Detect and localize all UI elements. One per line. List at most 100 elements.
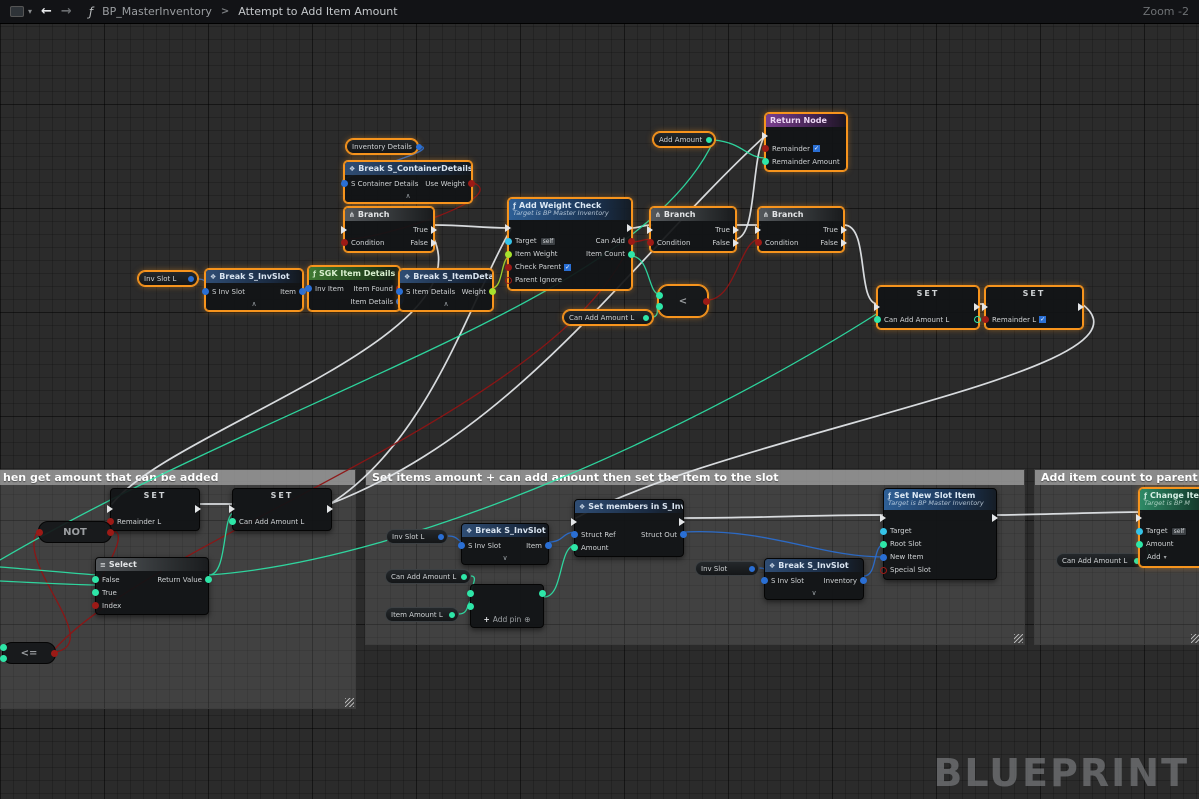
int-pin[interactable] bbox=[874, 316, 881, 323]
return-node[interactable]: Return NodeRemainder✓Remainder Amount bbox=[765, 113, 847, 171]
change-item[interactable]: ƒChange ItemTarget is BP MTargetselfAmou… bbox=[1139, 488, 1199, 567]
bool-pin[interactable] bbox=[647, 239, 654, 246]
comment-title[interactable]: Add item count to parent for it bbox=[1035, 470, 1199, 485]
exec-wire[interactable] bbox=[434, 225, 511, 228]
int-pin[interactable] bbox=[656, 303, 663, 310]
select-node[interactable]: ≡SelectFalseTrueIndexReturn Value bbox=[95, 557, 209, 615]
breadcrumb-root[interactable]: BP_MasterInventory bbox=[102, 5, 212, 18]
bool-pin[interactable] bbox=[505, 264, 512, 271]
struct-pin[interactable] bbox=[749, 566, 755, 572]
int-pin[interactable] bbox=[467, 603, 474, 610]
exec-pin[interactable] bbox=[229, 505, 235, 513]
pin-checkbox[interactable]: ✓ bbox=[813, 145, 820, 152]
exec-pin[interactable] bbox=[992, 514, 998, 522]
int-pin[interactable] bbox=[706, 137, 712, 143]
set-remainder-lower[interactable]: SETRemainder L bbox=[110, 488, 200, 531]
less-equal-node[interactable]: <= bbox=[2, 642, 56, 664]
item-amount-l-pill[interactable]: Item Amount L bbox=[385, 607, 459, 622]
comment-resize-handle[interactable] bbox=[1191, 634, 1199, 643]
inv-slot-pill[interactable]: Inv Slot bbox=[695, 561, 759, 576]
bool-pin[interactable] bbox=[51, 650, 58, 657]
exec-pin[interactable] bbox=[431, 226, 437, 234]
exec-wire[interactable] bbox=[844, 225, 878, 304]
exec-pin[interactable] bbox=[974, 303, 980, 311]
struct-pin[interactable] bbox=[202, 288, 209, 295]
add-pin-row[interactable]: +Add pin⊕ bbox=[471, 615, 543, 627]
collapse-up-icon[interactable]: ∧ bbox=[345, 192, 471, 202]
struct-pin[interactable] bbox=[305, 285, 312, 292]
int-pin[interactable] bbox=[449, 612, 455, 618]
dropdown-caret-icon[interactable]: ▾ bbox=[1164, 554, 1167, 561]
exec-pin[interactable] bbox=[733, 239, 739, 247]
collapse-up-icon[interactable]: ∧ bbox=[206, 300, 302, 310]
bool-pin[interactable] bbox=[762, 145, 769, 152]
add-weight-check[interactable]: ƒAdd Weight CheckTarget is BP Master Inv… bbox=[508, 198, 632, 290]
int-pin[interactable] bbox=[571, 544, 578, 551]
set-members-s-invitem[interactable]: ❖Set members in S_InvItemStruct RefAmoun… bbox=[574, 499, 684, 557]
int-pin[interactable] bbox=[0, 644, 7, 651]
branch-1[interactable]: ⋔BranchConditionTrueFalse bbox=[344, 207, 434, 252]
exec-pin[interactable] bbox=[505, 224, 511, 232]
struct-pin[interactable] bbox=[458, 542, 465, 549]
inv-slot-l-pill-1[interactable]: Inv Slot L bbox=[138, 271, 198, 286]
int-pin[interactable] bbox=[92, 589, 99, 596]
can-add-amount-l-pill-1[interactable]: Can Add Amount L bbox=[563, 310, 653, 325]
int-pin[interactable] bbox=[539, 590, 546, 597]
sgk-item-details[interactable]: ƒSGK Item DetailsInv ItemItem FoundItem … bbox=[308, 266, 400, 311]
exec-pin[interactable] bbox=[627, 224, 633, 232]
add-pin-icon[interactable]: ⊕ bbox=[524, 615, 530, 624]
int-pin[interactable] bbox=[229, 518, 236, 525]
branch-2[interactable]: ⋔BranchConditionTrueFalse bbox=[650, 207, 736, 252]
set-new-slot-item[interactable]: ƒSet New Slot ItemTarget is BP Master In… bbox=[883, 488, 997, 580]
int-pin[interactable] bbox=[762, 158, 769, 165]
exec-pin[interactable] bbox=[327, 505, 333, 513]
exec-pin[interactable] bbox=[1136, 514, 1142, 522]
bool-pin[interactable] bbox=[341, 239, 348, 246]
bool-pin[interactable] bbox=[107, 529, 114, 536]
exec-pin[interactable] bbox=[841, 226, 847, 234]
int-pin[interactable] bbox=[880, 541, 887, 548]
collapse-up-icon[interactable]: ∧ bbox=[400, 300, 492, 310]
exec-pin[interactable] bbox=[874, 303, 880, 311]
int-pin[interactable] bbox=[643, 315, 649, 321]
can-add-amount-l-pill-3[interactable]: Can Add Amount L bbox=[1056, 553, 1144, 568]
int-pin[interactable] bbox=[461, 574, 467, 580]
bool-pin[interactable] bbox=[880, 567, 887, 574]
bool-pin[interactable] bbox=[505, 277, 512, 284]
struct-pin[interactable] bbox=[761, 577, 768, 584]
bool-pin[interactable] bbox=[36, 529, 43, 536]
back-button[interactable]: ← bbox=[41, 4, 52, 19]
bool-pin[interactable] bbox=[468, 180, 475, 187]
exec-pin[interactable] bbox=[762, 132, 768, 140]
int-pin[interactable] bbox=[0, 655, 7, 662]
struct-pin[interactable] bbox=[341, 180, 348, 187]
set-can-add-amount-upper[interactable]: SETCan Add Amount L bbox=[877, 286, 979, 329]
struct-pin[interactable] bbox=[571, 531, 578, 538]
comment-resize-handle[interactable] bbox=[1014, 634, 1023, 643]
less-than-node[interactable]: < bbox=[658, 285, 708, 317]
break-s-containerdetails[interactable]: ❖Break S_ContainerDetailsS Container Det… bbox=[344, 161, 472, 203]
set-remainder-upper[interactable]: SETRemainder L✓ bbox=[985, 286, 1083, 329]
float-pin[interactable] bbox=[489, 288, 496, 295]
int-pin[interactable] bbox=[92, 576, 99, 583]
exec-pin[interactable] bbox=[982, 303, 988, 311]
struct-pin[interactable] bbox=[188, 276, 194, 282]
forward-button[interactable]: → bbox=[61, 4, 72, 19]
int-wire[interactable] bbox=[714, 140, 766, 158]
pin-checkbox[interactable]: ✓ bbox=[1039, 316, 1046, 323]
exec-pin[interactable] bbox=[755, 226, 761, 234]
comment-resize-handle[interactable] bbox=[345, 698, 354, 707]
exec-pin[interactable] bbox=[647, 226, 653, 234]
comment-title[interactable]: hen get amount that can be added bbox=[0, 470, 355, 485]
exec-pin[interactable] bbox=[880, 514, 886, 522]
set-can-add-amount-lower[interactable]: SETCan Add Amount L bbox=[232, 488, 332, 531]
int-pin[interactable] bbox=[974, 316, 981, 323]
collapse-down-icon[interactable]: ∨ bbox=[462, 554, 548, 564]
add-amount-pill[interactable]: Add Amount bbox=[653, 132, 715, 147]
int-pin[interactable] bbox=[656, 292, 663, 299]
exec-pin[interactable] bbox=[1078, 303, 1084, 311]
add-pin-node[interactable]: +Add pin⊕ bbox=[470, 584, 544, 628]
collapse-down-icon[interactable]: ∨ bbox=[765, 589, 863, 599]
struct-pin[interactable] bbox=[880, 554, 887, 561]
exec-pin[interactable] bbox=[431, 239, 437, 247]
